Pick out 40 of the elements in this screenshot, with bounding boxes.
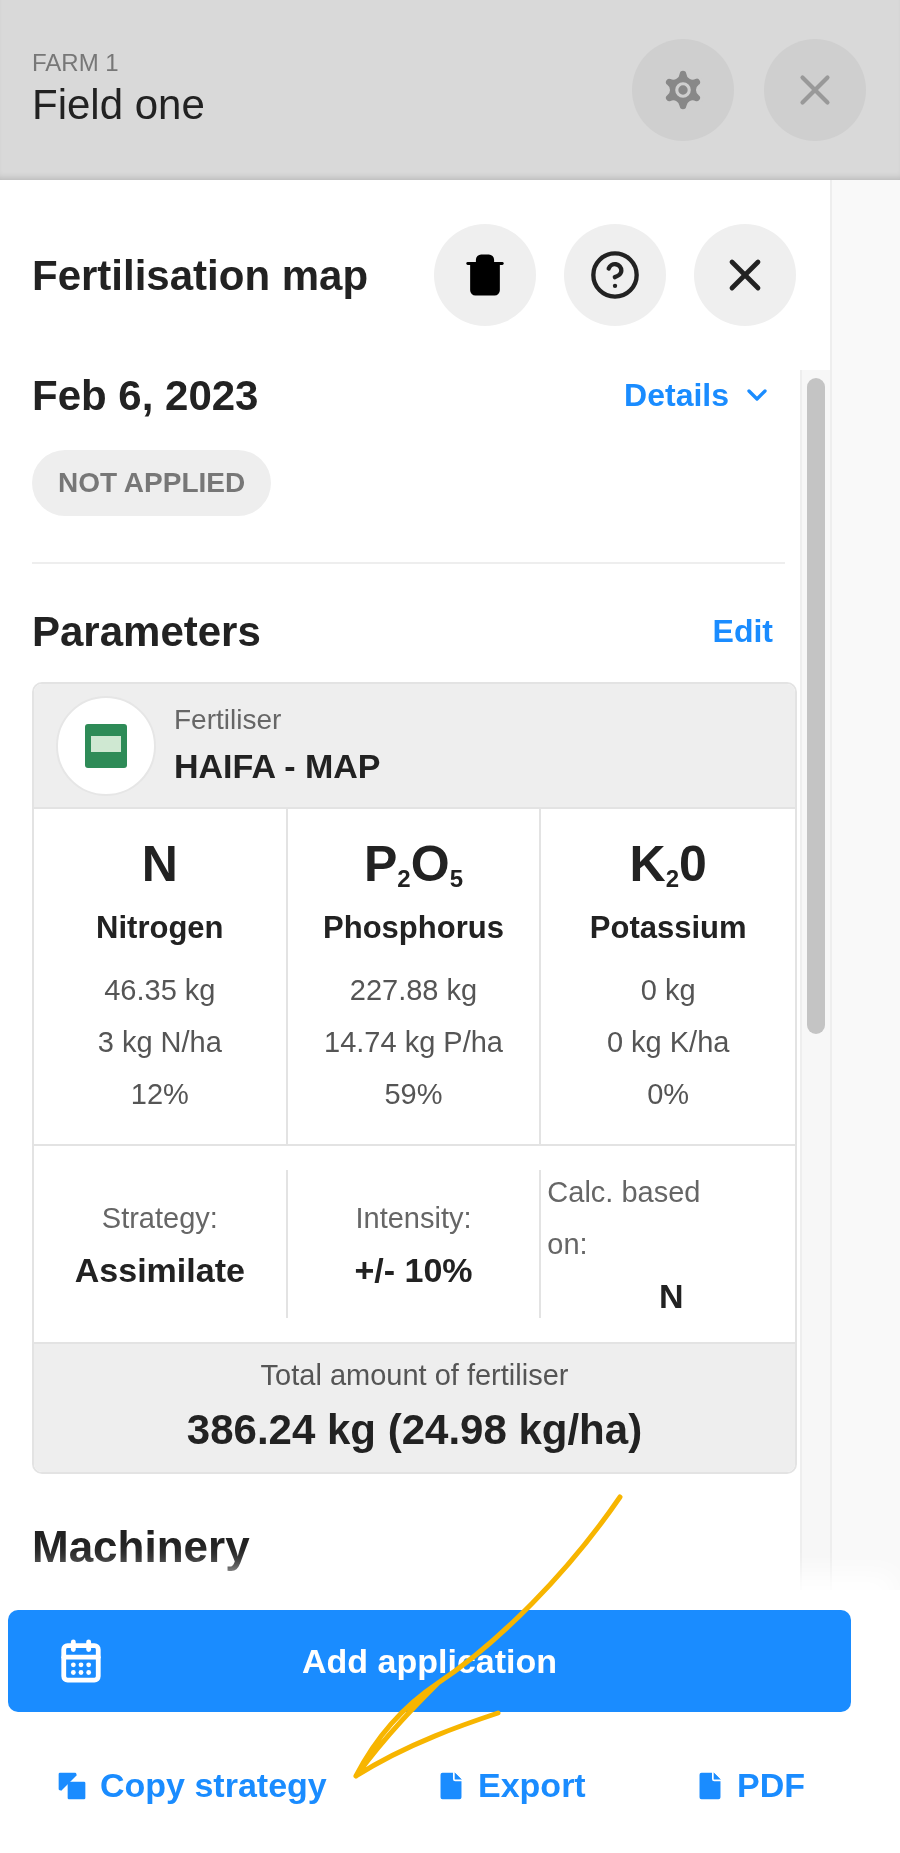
field-name: Field one: [32, 80, 205, 130]
fertiliser-bag-icon: [83, 721, 129, 770]
nutrient-rate: 0 kg K/ha: [606, 1024, 730, 1060]
section-title: Parameters: [32, 606, 261, 657]
nutrient-rate: 14.74 kg P/ha: [324, 1024, 503, 1060]
details-link[interactable]: Details: [624, 371, 795, 419]
setting-value: N: [658, 1275, 684, 1317]
action-link[interactable]: Copy strategy: [54, 1760, 327, 1811]
nutrient-formula: K$_{2}$0: [629, 835, 707, 894]
fertiliser-name: HAIFA - MAP: [174, 746, 381, 787]
calendar-icon: [58, 1638, 104, 1684]
panel-title: Fertilisation map: [32, 250, 369, 301]
farm-name: FARM 1: [32, 48, 120, 78]
nutrient-name: Potassium: [589, 909, 747, 947]
section-title: Machinery: [32, 1521, 250, 1571]
nutrient-name: Phosphorus: [323, 909, 504, 947]
setting-value: +/- 10%: [354, 1249, 473, 1291]
nutrient-amount: 227.88 kg: [349, 972, 478, 1008]
setting-label: Strategy:: [101, 1200, 218, 1236]
setting-label: Intensity:: [355, 1200, 472, 1236]
setting-label: Calc. based on:: [547, 1174, 702, 1262]
application-date: Feb 6, 2023: [32, 370, 259, 421]
nutrient-formula: N: [141, 835, 178, 894]
setting-value: Assimilate: [74, 1249, 245, 1291]
nutrient-amount: 0 kg: [640, 972, 696, 1008]
nutrient-amount: 46.35 kg: [104, 972, 216, 1008]
nutrient-formula: P$_{2}$O$_{5}$: [364, 835, 463, 894]
nutrient-share: 0%: [647, 1076, 690, 1112]
total-value: 386.24 kg (24.98 kg/ha): [186, 1404, 643, 1455]
nutrient-name: Nitrogen: [96, 909, 224, 947]
action-link[interactable]: Export: [434, 1760, 586, 1811]
status-badge: NOT APPLIED: [32, 450, 272, 516]
fertiliser-label: Fertiliser: [174, 703, 283, 737]
nutrient-share: 12%: [130, 1076, 189, 1112]
nutrient-share: 59%: [384, 1076, 443, 1112]
help-icon: [589, 249, 641, 301]
total-label: Total amount of fertiliser: [260, 1358, 569, 1394]
action-link[interactable]: PDF: [693, 1760, 805, 1811]
nutrient-rate: 3 kg N/ha: [97, 1024, 222, 1060]
edit-link[interactable]: Edit: [712, 607, 795, 655]
